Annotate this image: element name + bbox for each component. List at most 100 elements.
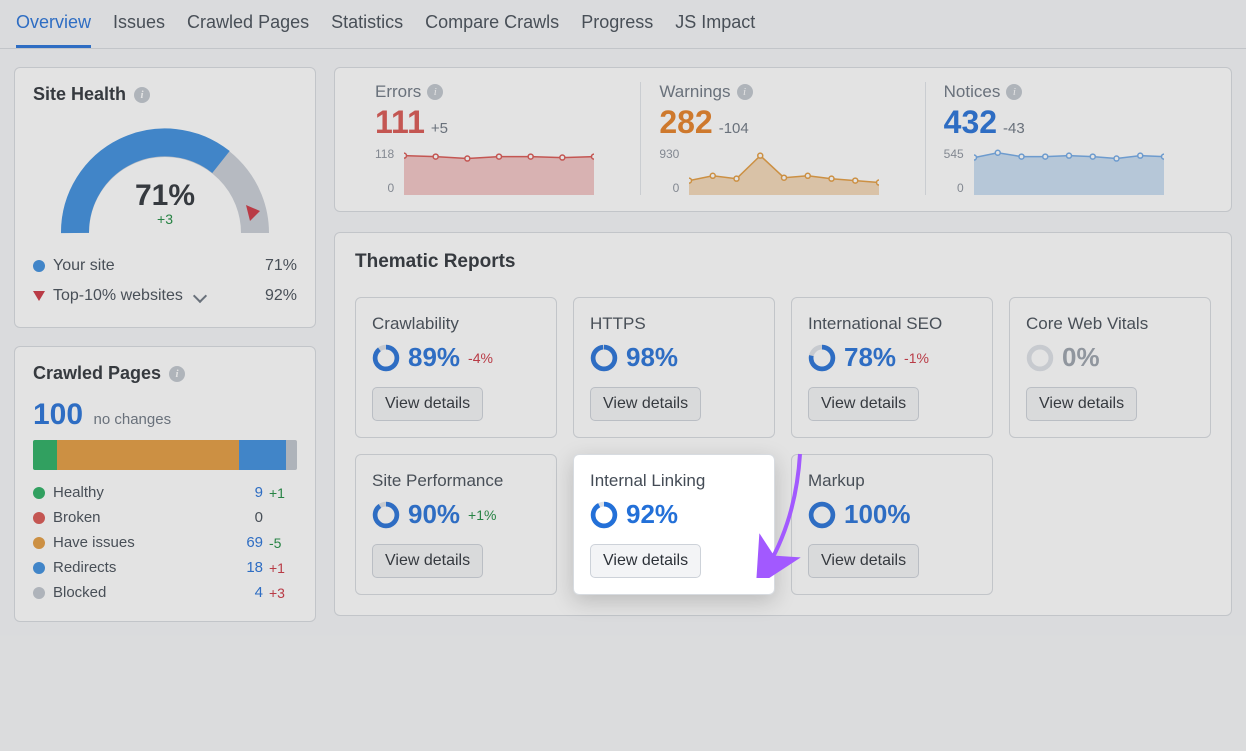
info-icon[interactable]: i — [1006, 84, 1022, 100]
gauge-delta: +3 — [50, 211, 280, 227]
report-delta: -1% — [904, 350, 929, 366]
report-delta: +1% — [468, 507, 496, 523]
view-details-button[interactable]: View details — [590, 387, 701, 421]
site-health-title: Site Health — [33, 84, 126, 105]
info-icon[interactable]: i — [737, 84, 753, 100]
report-https: HTTPS98%View details — [573, 297, 775, 438]
view-details-button[interactable]: View details — [808, 387, 919, 421]
report-title: Core Web Vitals — [1026, 314, 1194, 334]
info-icon[interactable]: i — [427, 84, 443, 100]
dot-icon — [33, 512, 45, 524]
donut-icon — [808, 344, 836, 372]
summary-label: Warnings — [659, 82, 730, 102]
legend-row: Your site71% — [33, 251, 297, 281]
report-delta: -4% — [468, 350, 493, 366]
mini-chart — [974, 147, 1164, 195]
legend-label: Your site — [53, 257, 115, 275]
legend-value: 92% — [265, 287, 297, 305]
stat-label: Broken — [53, 509, 227, 526]
axis-top: 118 — [375, 147, 394, 161]
summary-row: Errorsi111+51180Warningsi282-1049300Noti… — [334, 67, 1232, 212]
tab-issues[interactable]: Issues — [113, 12, 165, 48]
view-details-button[interactable]: View details — [372, 387, 483, 421]
report-pct: 100% — [844, 499, 911, 530]
dot-icon — [33, 562, 45, 574]
stat-row-blocked[interactable]: Blocked4+3 — [33, 580, 297, 605]
axis-bot: 0 — [944, 181, 964, 195]
tab-statistics[interactable]: Statistics — [331, 12, 403, 48]
crawled-total[interactable]: 100 — [33, 398, 83, 432]
summary-warnings[interactable]: Warnings i 282 -104 930 0 — [640, 82, 924, 195]
tab-compare-crawls[interactable]: Compare Crawls — [425, 12, 559, 48]
report-title: Site Performance — [372, 471, 540, 491]
report-pct: 78% — [844, 342, 896, 373]
chevron-down-icon[interactable] — [193, 289, 207, 303]
bar-segment — [57, 440, 239, 470]
stat-value: 18 — [227, 559, 263, 576]
report-crawlability: Crawlability 89% -4% View details — [355, 297, 557, 438]
stat-value: 9 — [227, 484, 263, 501]
axis-top: 930 — [659, 147, 679, 161]
report-international-seo: International SEO78%-1%View details — [791, 297, 993, 438]
info-icon[interactable]: i — [169, 366, 185, 382]
dot-icon — [33, 487, 45, 499]
report-title: Crawlability — [372, 314, 540, 334]
mini-chart — [689, 147, 879, 195]
axis-bot: 0 — [659, 181, 679, 195]
summary-label: Errors — [375, 82, 421, 102]
summary-delta: -43 — [1003, 120, 1025, 137]
dot-icon — [33, 537, 45, 549]
report-pct: 90% — [408, 499, 460, 530]
axis-bot: 0 — [375, 181, 394, 195]
stat-delta: +1 — [263, 560, 297, 576]
tab-js-impact[interactable]: JS Impact — [675, 12, 755, 48]
legend-label: Top-10% websites — [53, 287, 183, 305]
stat-delta: +3 — [263, 585, 297, 601]
summary-delta: +5 — [431, 120, 448, 137]
stat-row-have-issues[interactable]: Have issues69-5 — [33, 530, 297, 555]
summary-notices[interactable]: Notices i 432 -43 545 0 — [925, 82, 1209, 195]
donut-icon — [372, 344, 400, 372]
donut-icon — [1026, 344, 1054, 372]
summary-value: 432 — [944, 104, 997, 141]
report-pct: 89% — [408, 342, 460, 373]
legend-row: Top-10% websites 92% — [33, 281, 297, 311]
tabs: Overview Issues Crawled Pages Statistics Com… — [0, 0, 1246, 49]
summary-errors[interactable]: Errorsi111+51180 — [357, 82, 640, 195]
summary-delta: -104 — [719, 120, 749, 137]
bar-segment — [33, 440, 57, 470]
report-core-web-vitals: Core Web Vitals0%View details — [1009, 297, 1211, 438]
view-details-button[interactable]: View details — [808, 544, 919, 578]
stat-value: 0 — [227, 509, 263, 526]
report-title: Internal Linking — [590, 471, 758, 491]
stat-label: Blocked — [53, 584, 227, 601]
crawled-pages-title: Crawled Pages — [33, 363, 161, 384]
report-pct: 92% — [626, 499, 678, 530]
view-details-button[interactable]: View details — [372, 544, 483, 578]
report-site-performance: Site Performance 90% +1% View details — [355, 454, 557, 595]
gauge-value: 71% — [50, 179, 280, 213]
thematic-reports-card: Thematic Reports Crawlability 89% -4% View … — [334, 232, 1232, 616]
crawled-bar — [33, 440, 297, 470]
stat-value: 69 — [227, 534, 263, 551]
summary-label: Notices — [944, 82, 1001, 102]
view-details-button[interactable]: View details — [1026, 387, 1137, 421]
summary-value: 282 — [659, 104, 712, 141]
view-details-button[interactable]: View details — [590, 544, 701, 578]
donut-icon — [590, 501, 618, 529]
thematic-title: Thematic Reports — [355, 251, 1211, 273]
triangle-icon — [33, 291, 45, 301]
stat-row-broken[interactable]: Broken0 — [33, 505, 297, 530]
tab-overview[interactable]: Overview — [16, 12, 91, 48]
dot-icon — [33, 587, 45, 599]
donut-icon — [590, 344, 618, 372]
tab-progress[interactable]: Progress — [581, 12, 653, 48]
info-icon[interactable]: i — [134, 87, 150, 103]
bar-segment — [286, 440, 297, 470]
tab-crawled-pages[interactable]: Crawled Pages — [187, 12, 309, 48]
axis-top: 545 — [944, 147, 964, 161]
stat-row-healthy[interactable]: Healthy9+1 — [33, 480, 297, 505]
stat-row-redirects[interactable]: Redirects18+1 — [33, 555, 297, 580]
report-title: HTTPS — [590, 314, 758, 334]
stat-label: Have issues — [53, 534, 227, 551]
